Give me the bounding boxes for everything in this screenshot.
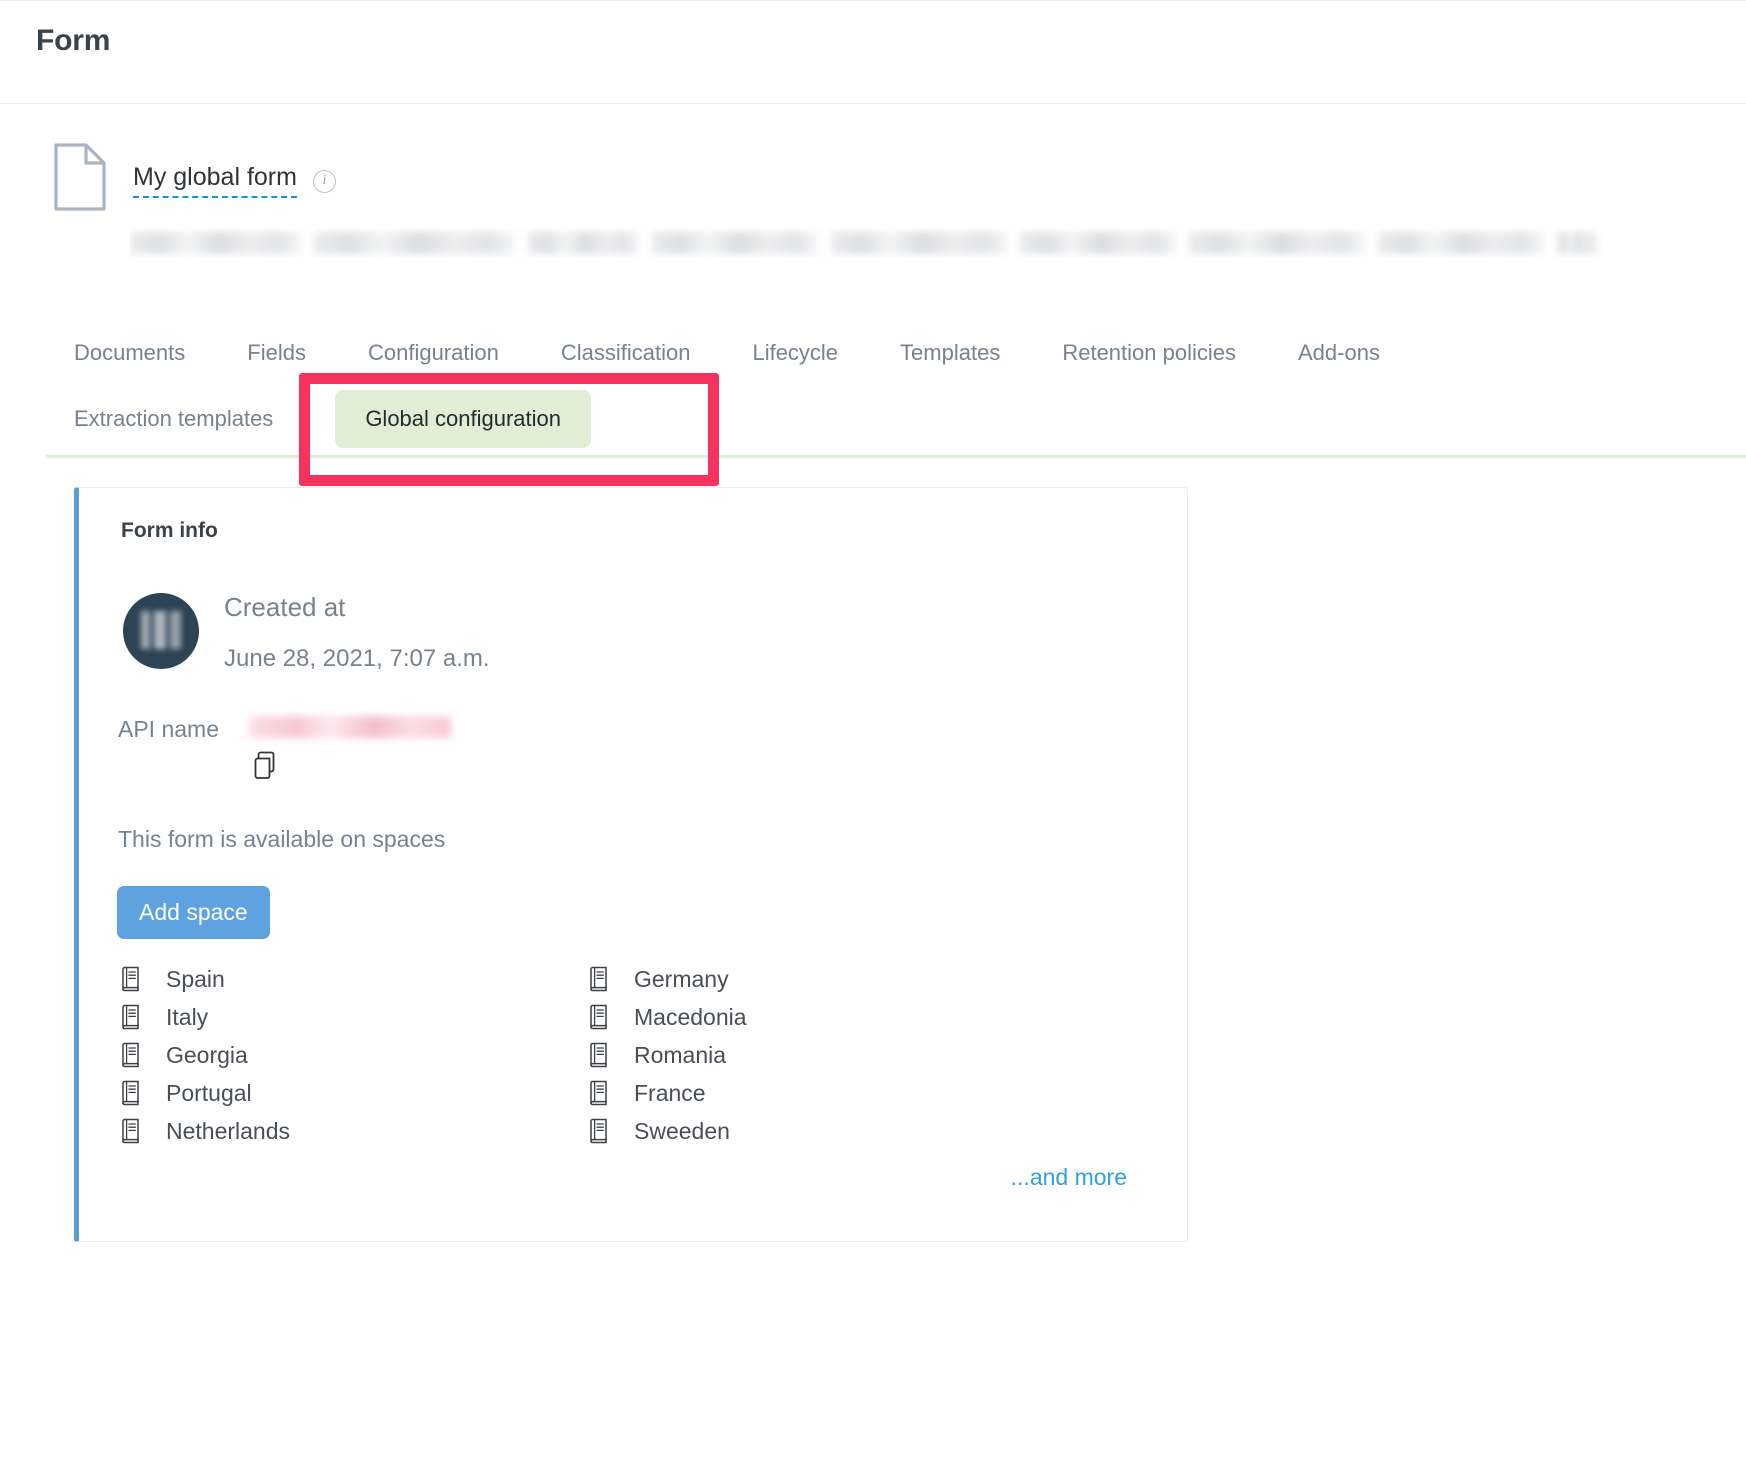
- and-more-link[interactable]: ...and more: [1011, 1164, 1127, 1191]
- page-header: Form: [0, 0, 1746, 104]
- space-label: Germany: [634, 966, 729, 993]
- form-info-card: Form info Created at June 28, 2021, 7:07…: [74, 487, 1188, 1242]
- space-label: France: [634, 1080, 706, 1107]
- toolbar-item-2[interactable]: [528, 232, 638, 254]
- space-list-item[interactable]: Spain: [121, 960, 589, 998]
- tab-documents[interactable]: Documents: [74, 340, 185, 366]
- avatar-glyph: [141, 611, 181, 649]
- card-title: Form info: [121, 519, 218, 543]
- document-icon: [52, 141, 108, 213]
- toolbar-item-4[interactable]: [831, 232, 1006, 254]
- tab-classification[interactable]: Classification: [561, 340, 691, 366]
- space-label: Italy: [166, 1004, 208, 1031]
- tab-extraction-templates[interactable]: Extraction templates: [74, 406, 273, 432]
- book-icon: [589, 1080, 609, 1106]
- book-icon: [121, 1118, 141, 1144]
- book-icon: [589, 1118, 609, 1144]
- form-toolbar-blurred[interactable]: [130, 228, 1746, 258]
- toolbar-item-3[interactable]: [652, 232, 817, 254]
- add-space-button[interactable]: Add space: [117, 886, 270, 939]
- space-label: Romania: [634, 1042, 726, 1069]
- toolbar-item-8[interactable]: [1557, 232, 1597, 254]
- created-at-value: June 28, 2021, 7:07 a.m.: [224, 645, 490, 673]
- toolbar-item-0[interactable]: [130, 232, 300, 254]
- space-label: Macedonia: [634, 1004, 747, 1031]
- space-list-item[interactable]: Portugal: [121, 1074, 589, 1112]
- header-top-rule: [0, 0, 1746, 1]
- tab-configuration[interactable]: Configuration: [368, 340, 499, 366]
- tab-active-underline: [46, 455, 1746, 458]
- tab-templates[interactable]: Templates: [900, 340, 1000, 366]
- copy-icon[interactable]: [251, 751, 279, 781]
- space-label: Netherlands: [166, 1118, 290, 1145]
- space-label: Sweeden: [634, 1118, 730, 1145]
- space-label: Spain: [166, 966, 225, 993]
- space-list-item[interactable]: Sweeden: [589, 1112, 1057, 1150]
- form-name-input[interactable]: My global form: [133, 163, 297, 198]
- tab-row-primary: Documents Fields Configuration Classificati…: [0, 330, 1746, 376]
- space-list-item[interactable]: Italy: [121, 998, 589, 1036]
- tab-fields[interactable]: Fields: [247, 340, 306, 366]
- book-icon: [589, 966, 609, 992]
- space-list-item[interactable]: Romania: [589, 1036, 1057, 1074]
- info-icon[interactable]: i: [313, 170, 336, 193]
- form-name-row: My global form i: [133, 163, 336, 198]
- page-title: Form: [36, 24, 110, 58]
- toolbar-item-1[interactable]: [314, 232, 514, 254]
- tab-retention-policies[interactable]: Retention policies: [1062, 340, 1236, 366]
- space-list-item[interactable]: Germany: [589, 960, 1057, 998]
- spaces-caption: This form is available on spaces: [118, 826, 445, 853]
- created-at-label: Created at: [224, 592, 345, 623]
- space-list-item[interactable]: Georgia: [121, 1036, 589, 1074]
- book-icon: [121, 1004, 141, 1030]
- toolbar-item-6[interactable]: [1189, 232, 1364, 254]
- api-name-label: API name: [118, 710, 228, 748]
- book-icon: [121, 966, 141, 992]
- tab-lifecycle[interactable]: Lifecycle: [752, 340, 838, 366]
- tab-add-ons[interactable]: Add-ons: [1298, 340, 1380, 366]
- toolbar-item-7[interactable]: [1378, 232, 1543, 254]
- toolbar-item-5[interactable]: [1020, 232, 1175, 254]
- space-list-item[interactable]: Macedonia: [589, 998, 1057, 1036]
- book-icon: [121, 1042, 141, 1068]
- book-icon: [589, 1042, 609, 1068]
- space-label: Portugal: [166, 1080, 252, 1107]
- api-name-value: [249, 716, 451, 738]
- tab-row-secondary: Extraction templatesGlobal configuration: [0, 396, 1746, 442]
- avatar: [123, 593, 199, 669]
- space-list-item[interactable]: Netherlands: [121, 1112, 589, 1150]
- space-list-item[interactable]: France: [589, 1074, 1057, 1112]
- book-icon: [121, 1080, 141, 1106]
- spaces-list: Spain Germany Italy Macedonia Georgia Ro…: [121, 960, 1121, 1150]
- tab-global-configuration[interactable]: Global configuration: [335, 390, 591, 448]
- space-label: Georgia: [166, 1042, 248, 1069]
- book-icon: [589, 1004, 609, 1030]
- form-global-configuration-page: Form My global form i Documents Fields Con…: [0, 0, 1746, 1466]
